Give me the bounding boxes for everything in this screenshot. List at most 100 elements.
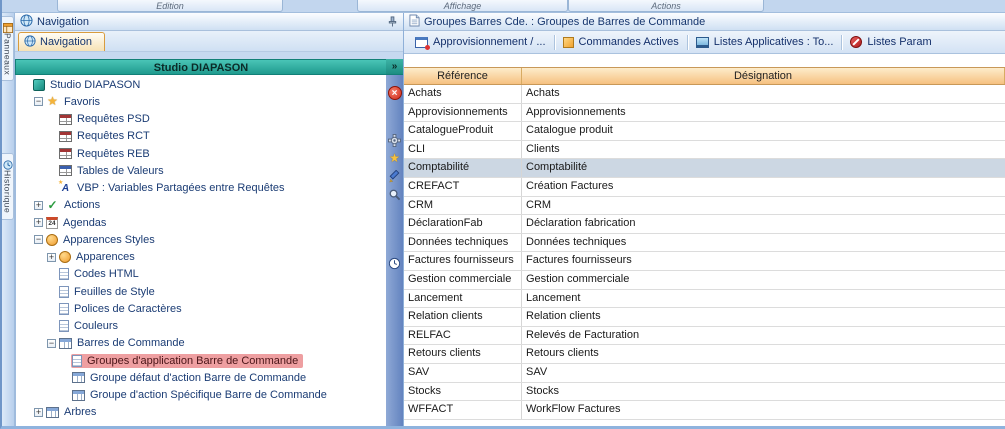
table-row[interactable]: Retours clientsRetours clients [404,345,1005,364]
close-icon[interactable] [388,86,402,100]
side-tab-label: Panneaux [3,33,13,75]
expand-toggle[interactable]: + [47,253,56,262]
table-row[interactable]: ComptabilitéComptabilité [404,159,1005,178]
tree-item-body: Feuilles de Style [58,285,160,299]
search-icon[interactable] [388,187,402,201]
table-row[interactable]: CRMCRM [404,197,1005,216]
table-row[interactable]: CLIClients [404,141,1005,160]
pin-icon[interactable] [387,16,398,27]
tree-item[interactable]: − Barres de Commande [16,335,386,352]
globe-icon [24,35,36,50]
tree-item-label: Requêtes REB [76,148,151,160]
expand-toggle[interactable]: + [34,218,43,227]
toolbar-button-listes-applicatives[interactable]: Listes Applicatives : To... [688,31,842,53]
screen-icon [696,37,709,48]
table-row[interactable]: CREFACTCréation Factures [404,178,1005,197]
menu-tab-actions[interactable]: Actions [568,0,764,12]
cell-designation: Retours clients [522,345,1005,363]
tree-item[interactable]: Tables de Valeurs [16,162,386,179]
tree-item[interactable]: Groupe défaut d'action Barre de Commande [16,369,386,386]
toolbar-button-approvisionnement[interactable]: Approvisionnement / ... [407,31,554,53]
toolbar-button-listes-param[interactable]: Listes Param [842,31,939,53]
menu-tab-affichage[interactable]: Affichage [357,0,568,12]
tree-item-label: Apparences Styles [62,234,156,246]
tree-item-label: Tables de Valeurs [76,165,165,177]
side-tabstrip: Panneaux Historique [2,13,15,426]
tree-item[interactable]: Requêtes REB [16,145,386,162]
tree-item[interactable]: −Favoris [16,93,386,110]
table-row[interactable]: WFFACTWorkFlow Factures [404,401,1005,420]
table-row[interactable]: Gestion commercialeGestion commerciale [404,271,1005,290]
tree-item-body: Apparences Styles [45,233,160,247]
tree-item[interactable]: Groupes d'application Barre de Commande [16,352,386,369]
table-row[interactable]: StocksStocks [404,383,1005,402]
table-row[interactable]: SAVSAV [404,364,1005,383]
navigation-tab-row: Navigation [15,31,403,52]
clock-icon[interactable] [388,256,402,270]
cell-reference: Factures fournisseurs [404,252,522,270]
expand-toggle[interactable]: − [47,339,56,348]
column-header-designation[interactable]: Désignation [522,68,1005,84]
tree-item[interactable]: Requêtes RCT [16,128,386,145]
tab-navigation[interactable]: Navigation [18,32,105,51]
table-row[interactable]: LancementLancement [404,290,1005,309]
tree-item[interactable]: +Actions [16,197,386,214]
tree-item[interactable]: Requêtes PSD [16,111,386,128]
tree-item[interactable]: Feuilles de Style [16,283,386,300]
gear-icon[interactable] [388,133,402,147]
content-title: Groupes Barres Cde. : Groupes de Barres … [424,16,705,28]
pencil-icon[interactable] [388,169,402,183]
tree-item[interactable]: − Apparences Styles [16,231,386,248]
toolbar-button-commandes-actives[interactable]: Commandes Actives [555,31,687,53]
nav-tree: Studio DIAPASON−FavorisRequêtes PSDRequê… [15,75,386,426]
tree-item-body: Codes HTML [58,267,144,281]
table-row[interactable]: Relation clientsRelation clients [404,308,1005,327]
star-icon[interactable] [388,151,402,165]
navigation-panel-title: Navigation [37,16,89,28]
toggle-slot: + [32,218,45,227]
bars-icon [72,390,85,401]
tree-item[interactable]: Couleurs [16,318,386,335]
tree-item[interactable]: + Apparences [16,249,386,266]
tree-item-label: Studio DIAPASON [49,79,141,91]
tree-item-body: VBP : Variables Partagées entre Requêtes [58,181,290,196]
tree-item-body: Groupe d'action Spécifique Barre de Comm… [71,388,332,402]
tree-item-body: Actions [45,198,105,213]
studio-icon [33,79,45,91]
expand-toggle[interactable]: + [34,408,43,417]
history-icon [3,157,13,167]
expand-toggle[interactable]: − [34,235,43,244]
table-row[interactable]: DéclarationFabDéclaration fabrication [404,215,1005,234]
tree-item[interactable]: Codes HTML [16,266,386,283]
cell-reference: RELFAC [404,327,522,345]
expand-panel-button[interactable]: » [386,59,403,75]
table-header-row: Référence Désignation [404,67,1005,85]
side-tab-historique[interactable]: Historique [2,153,14,219]
toolbar-button-label: Listes Param [867,36,931,48]
tree-item[interactable]: Groupe d'action Spécifique Barre de Comm… [16,387,386,404]
cell-reference: Lancement [404,290,522,308]
tree-item[interactable]: +Arbres [16,404,386,421]
tree-item-body: Agendas [45,216,111,230]
tree-item[interactable]: +Agendas [16,214,386,231]
table-row[interactable]: Données techniquesDonnées techniques [404,234,1005,253]
table-row[interactable]: AchatsAchats [404,85,1005,104]
tree-item-label: Apparences [75,251,136,263]
cell-designation: Approvisionnements [522,104,1005,122]
column-header-reference[interactable]: Référence [404,68,522,84]
menu-tab-edition[interactable]: Edition [57,0,283,12]
table-row[interactable]: ApprovisionnementsApprovisionnements [404,104,1005,123]
expand-toggle[interactable]: + [34,201,43,210]
expand-toggle[interactable]: − [34,97,43,106]
tree-item-label: Barres de Commande [76,337,186,349]
side-tab-panneaux[interactable]: Panneaux [2,16,14,81]
tree-item[interactable]: Polices de Caractères [16,300,386,317]
tree-item[interactable]: Studio DIAPASON [16,76,386,93]
tree-item-label: Couleurs [73,320,119,332]
tree-item[interactable]: VBP : Variables Partagées entre Requêtes [16,180,386,197]
table-row[interactable]: RELFACRelevés de Facturation [404,327,1005,346]
table-row[interactable]: CatalogueProduitCatalogue produit [404,122,1005,141]
cell-reference: DéclarationFab [404,215,522,233]
table-row[interactable]: Factures fournisseursFactures fournisseu… [404,252,1005,271]
tree-item-body: Groupes d'application Barre de Commande [71,354,303,368]
